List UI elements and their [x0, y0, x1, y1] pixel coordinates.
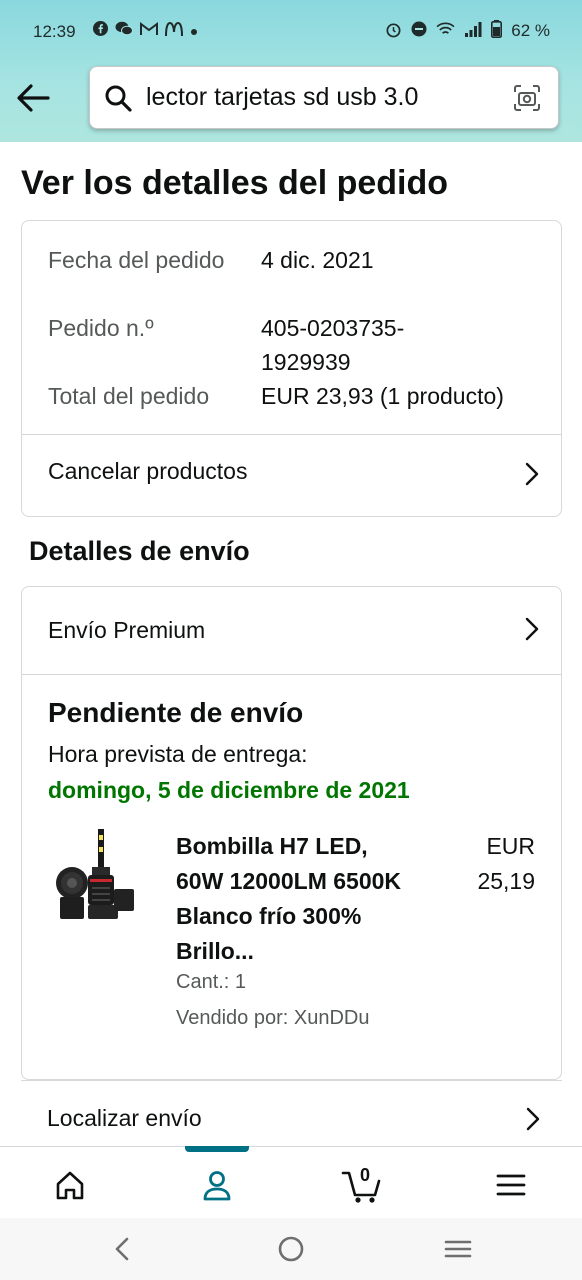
alarm-icon: [385, 21, 402, 42]
gmail-icon: [140, 21, 158, 42]
product-price: EUR 25,19: [477, 833, 535, 894]
system-back-icon[interactable]: [108, 1234, 138, 1264]
hamburger-menu-icon: [496, 1174, 526, 1196]
order-date-value: 4 dic. 2021: [261, 247, 374, 273]
nav-menu[interactable]: [491, 1165, 531, 1205]
cancel-products-label: Cancelar productos: [48, 458, 248, 484]
divider: [21, 1080, 562, 1081]
wifi-icon: [436, 22, 455, 41]
search-bar[interactable]: lector tarjetas sd usb 3.0: [89, 66, 559, 129]
system-navigation-bar: [0, 1218, 582, 1280]
cart-count-badge: 0: [360, 1165, 371, 1185]
nav-account[interactable]: [197, 1165, 237, 1205]
delivery-estimate-date: domingo, 5 de diciembre de 2021: [48, 777, 410, 803]
search-icon: [105, 85, 132, 112]
chevron-right-icon: [525, 617, 539, 641]
account-icon: [203, 1171, 231, 1201]
wechat-icon: [115, 21, 133, 42]
order-number-label: Pedido n.º: [48, 315, 154, 341]
system-recents-icon[interactable]: [443, 1234, 473, 1264]
order-summary-card: Fecha del pedido 4 dic. 2021 Pedido n.º …: [21, 220, 562, 517]
arrow-left-icon: [17, 84, 50, 112]
system-home-icon[interactable]: [276, 1234, 306, 1264]
product-title-link[interactable]: Bombilla H7 LED, 60W 12000LM 6500K Blanc…: [176, 829, 416, 969]
order-total-value: EUR 23,93 (1 producto): [261, 383, 504, 409]
track-shipment-row[interactable]: Localizar envío: [21, 1080, 562, 1146]
battery-icon: [491, 20, 503, 42]
delivery-estimate-label: Hora prevista de entrega:: [48, 741, 308, 767]
app-header: 12:39 62 % lector tarjetas sd usb 3.0: [0, 0, 582, 142]
product-quantity: Cant.: 1: [176, 971, 247, 993]
chevron-right-icon: [525, 462, 539, 486]
shipping-card: Envío Premium Pendiente de envío Hora pr…: [21, 586, 562, 1080]
product-image[interactable]: [52, 827, 146, 927]
facebook-icon: [93, 21, 108, 42]
chevron-right-icon: [526, 1107, 540, 1131]
signal-icon: [464, 21, 482, 41]
nav-cart[interactable]: 0: [340, 1165, 386, 1205]
shipping-method-row[interactable]: Envío Premium: [22, 587, 561, 667]
bottom-navigation: 0: [0, 1146, 582, 1218]
home-icon: [56, 1171, 84, 1200]
cancel-products-row[interactable]: Cancelar productos: [22, 435, 561, 515]
battery-percent: 62 %: [511, 21, 550, 40]
shipment-status: Pendiente de envío: [48, 697, 304, 728]
divider: [22, 674, 561, 675]
nav-home[interactable]: [50, 1165, 90, 1205]
order-date-label: Fecha del pedido: [48, 247, 225, 273]
dot-icon: [190, 22, 198, 42]
product-seller: Vendido por: XunDDu: [176, 1007, 370, 1029]
track-shipment-label: Localizar envío: [47, 1105, 202, 1131]
status-bar: 12:39 62 %: [0, 0, 582, 64]
back-button[interactable]: [14, 80, 52, 116]
mcdonalds-icon: [165, 21, 183, 42]
order-total-label: Total del pedido: [48, 383, 210, 409]
page-title: Ver los detalles del pedido: [21, 164, 449, 202]
order-number-value: 405-0203735-1929939: [261, 315, 405, 375]
dnd-icon: [411, 21, 427, 41]
camera-search-icon[interactable]: [512, 83, 542, 113]
status-right: 62 %: [385, 20, 550, 42]
status-time: 12:39: [33, 22, 76, 41]
active-tab-indicator: [185, 1146, 249, 1152]
search-input[interactable]: lector tarjetas sd usb 3.0: [146, 83, 418, 112]
shipping-section-title: Detalles de envío: [29, 536, 250, 566]
shipping-method-label: Envío Premium: [48, 617, 206, 643]
notification-icons: [93, 21, 198, 42]
